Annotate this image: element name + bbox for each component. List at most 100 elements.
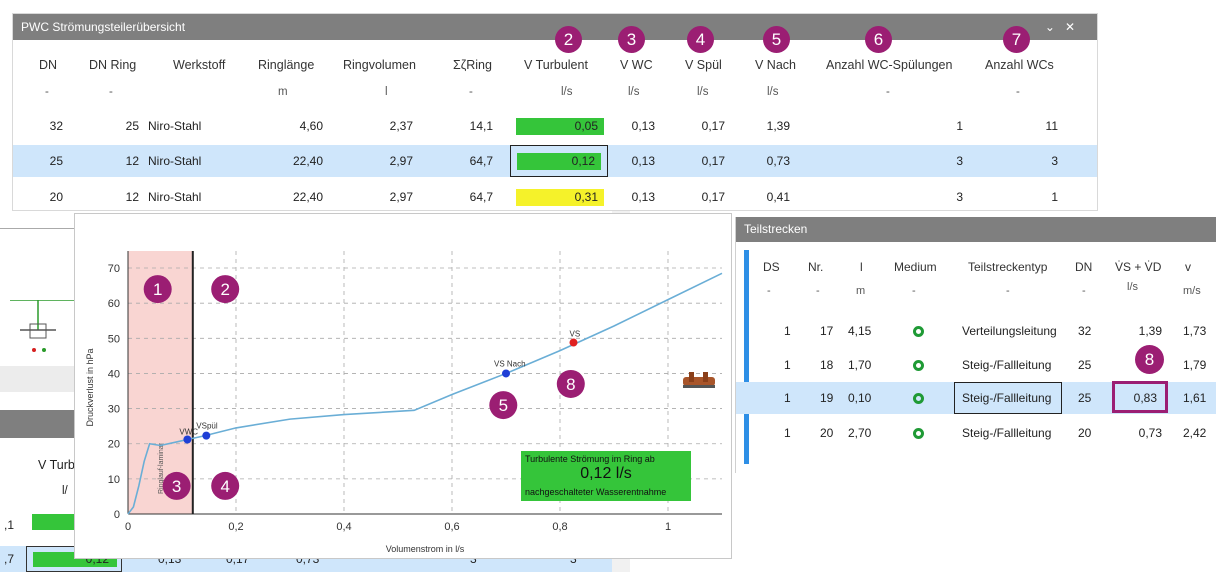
cell-v: 2,42	[1183, 426, 1207, 440]
col-v-wc[interactable]: V WC	[620, 51, 653, 79]
cell-werkstoff: Niro-Stahl	[148, 190, 202, 204]
cell-anz-wc: 3	[1051, 154, 1058, 168]
cell-ringvolumen: 2,97	[389, 190, 413, 204]
info-line-3: nachgeschalteter Wasserentnahme	[525, 487, 667, 497]
teilstrecken-panel: Teilstrecken DS Nr. l Medium Teilstrecke…	[735, 217, 1216, 473]
cell-ringvolumen: 2,37	[389, 119, 413, 133]
medium-icon	[913, 428, 924, 439]
data-point	[569, 338, 578, 347]
cell-l: 0,10	[848, 391, 872, 405]
info-value: 0,12 l/s	[580, 465, 632, 482]
cell-anz-spuel: 3	[956, 154, 963, 168]
unit-ringlaenge: m	[278, 86, 288, 98]
cell-dn-ring: 25	[125, 119, 139, 133]
pwc-units-row: - - m l - l/s l/s l/s l/s - -	[13, 78, 1097, 106]
table-row-selected[interactable]: 1 19 0,10 Steig-/Fallleitung 25 0,83 1,6…	[736, 381, 1216, 414]
col-zeta[interactable]: ΣζRing	[453, 51, 492, 79]
cell-anz-spuel: 1	[956, 119, 963, 133]
chart-info-box: Turbulente Strömung im Ring ab 0,12 l/s …	[521, 451, 691, 501]
cell-nr: 18	[820, 358, 834, 372]
col-anzahl-wc-spuelungen[interactable]: Anzahl WC-Spülungen	[826, 51, 952, 79]
background-header-v-turb: V Turb	[38, 458, 75, 472]
col-ringlaenge[interactable]: Ringlänge	[258, 51, 314, 79]
y-tick-label: 0	[114, 509, 120, 521]
window-controls[interactable]: ⌄✕	[1045, 14, 1085, 40]
header-badge-3: 3	[618, 26, 645, 53]
cell-l: 2,70	[848, 426, 872, 440]
unit-ringvolumen: l	[385, 86, 388, 98]
chart-badge-label: 8	[566, 375, 575, 394]
y-tick-label: 10	[108, 474, 120, 486]
cell-anz-spuel: 3	[956, 190, 963, 204]
table-row[interactable]: 32 25 Niro-Stahl 4,60 2,37 14,1 0,05 0,1…	[13, 112, 1097, 140]
unit-v-spuel: l/s	[697, 86, 709, 98]
col-v-nach[interactable]: V Nach	[755, 51, 796, 79]
cell-typ: Verteilungsleitung	[962, 324, 1057, 338]
col-v-turbulent[interactable]: V Turbulent	[524, 51, 588, 79]
chart-badge-label: 3	[172, 477, 181, 496]
cell-typ: Steig-/Fallleitung	[962, 358, 1052, 372]
close-icon[interactable]: ✕	[1065, 20, 1085, 34]
table-row[interactable]: 1 20 2,70 Steig-/Fallleitung 20 0,73 2,4…	[736, 419, 1216, 447]
cell-ringlaenge: 22,40	[292, 154, 323, 168]
point-label: VS Nach	[494, 359, 526, 368]
pressure-loss-chart: 0102030405060700 0,2 0,4 0,6 0,8 1Ringlauf-la…	[85, 251, 723, 554]
unit-dn: -	[45, 86, 49, 98]
cell-nr: 19	[820, 391, 834, 405]
unit-typ: -	[1006, 285, 1010, 297]
unit-dn: -	[1082, 285, 1086, 297]
cell-v: 1,61	[1183, 391, 1207, 405]
col-werkstoff[interactable]: Werkstoff	[173, 51, 225, 79]
unit-dn-ring: -	[109, 86, 113, 98]
table-row[interactable]: 1 18 1,70 Steig-/Fallleitung 25 1,79	[736, 351, 1216, 379]
cell-zeta: 64,7	[469, 154, 493, 168]
table-row[interactable]: 1 17 4,15 Verteilungsleitung 32 1,39 1,7…	[736, 317, 1216, 345]
background-row-prefix-1: ,1	[4, 518, 15, 532]
unit-ds: -	[767, 285, 771, 297]
header-badge-4: 4	[687, 26, 714, 53]
y-axis-label: Druckverlust in hPa	[85, 348, 95, 426]
cell-v-wc: 0,13	[631, 154, 655, 168]
cell-anz-wc: 1	[1051, 190, 1058, 204]
chevron-down-icon[interactable]: ⌄	[1045, 20, 1065, 34]
x-tick-label: 0,8	[552, 521, 567, 533]
chart-panel: 0 10 20 30 40 50 60 70 0 0,2 0,4 0,6 0,8 1 Ringlauf-la…	[74, 213, 732, 559]
unit-anzahl-wc-spuelungen: -	[886, 86, 890, 98]
header-badge-5: 5	[763, 26, 790, 53]
teil-units-row: - - m - - - l/s m/s	[736, 277, 1216, 305]
table-row[interactable]: 20 12 Niro-Stahl 22,40 2,97 64,7 0,31 0,…	[13, 183, 1097, 211]
x-tick-label: 0,6	[444, 521, 459, 533]
cell-v-nach: 1,39	[766, 119, 790, 133]
table-row-selected[interactable]: 25 12 Niro-Stahl 22,40 2,97 64,7 0,12 0,…	[13, 145, 1097, 177]
info-line-1: Turbulente Strömung im Ring ab	[525, 454, 655, 464]
cell-ringvolumen: 2,97	[389, 154, 413, 168]
unit-l: m	[856, 285, 866, 297]
col-v-spuel[interactable]: V Spül	[685, 51, 722, 79]
col-dn[interactable]: DN	[39, 51, 57, 79]
y-tick-label: 60	[108, 298, 120, 310]
cell-ringlaenge: 22,40	[292, 190, 323, 204]
background-row-bar-1	[32, 514, 74, 530]
cell-l: 4,15	[848, 324, 872, 338]
pwc-title: PWC Strömungsteilerübersicht	[21, 20, 186, 34]
v-turbulent-cell-highlight: 0,12	[510, 145, 608, 177]
cell-ringlaenge: 4,60	[299, 119, 323, 133]
pipe-fitting-icon	[681, 369, 717, 391]
v-turbulent-bar: 0,12	[517, 153, 601, 170]
cell-v-spuel: 0,17	[701, 154, 725, 168]
x-tick-label: 0,2	[228, 521, 243, 533]
col-anzahl-wcs[interactable]: Anzahl WCs	[985, 51, 1054, 79]
cell-ds: 1	[784, 324, 791, 338]
unit-nr: -	[816, 285, 820, 297]
cell-vs: 0,83	[1133, 391, 1157, 405]
medium-icon	[913, 393, 924, 404]
cell-v: 1,73	[1183, 324, 1207, 338]
cell-werkstoff: Niro-Stahl	[148, 154, 202, 168]
cell-typ: Steig-/Fallleitung	[962, 391, 1052, 405]
typ-cell-highlight: Steig-/Fallleitung	[954, 382, 1062, 414]
cell-dn: 20	[1078, 426, 1092, 440]
header-badge-6: 6	[865, 26, 892, 53]
col-ringvolumen[interactable]: Ringvolumen	[343, 51, 416, 79]
pwc-panel: PWC Strömungsteilerübersicht ⌄✕ 2 3 4 5 …	[12, 13, 1098, 211]
col-dn-ring[interactable]: DN Ring	[89, 51, 136, 79]
